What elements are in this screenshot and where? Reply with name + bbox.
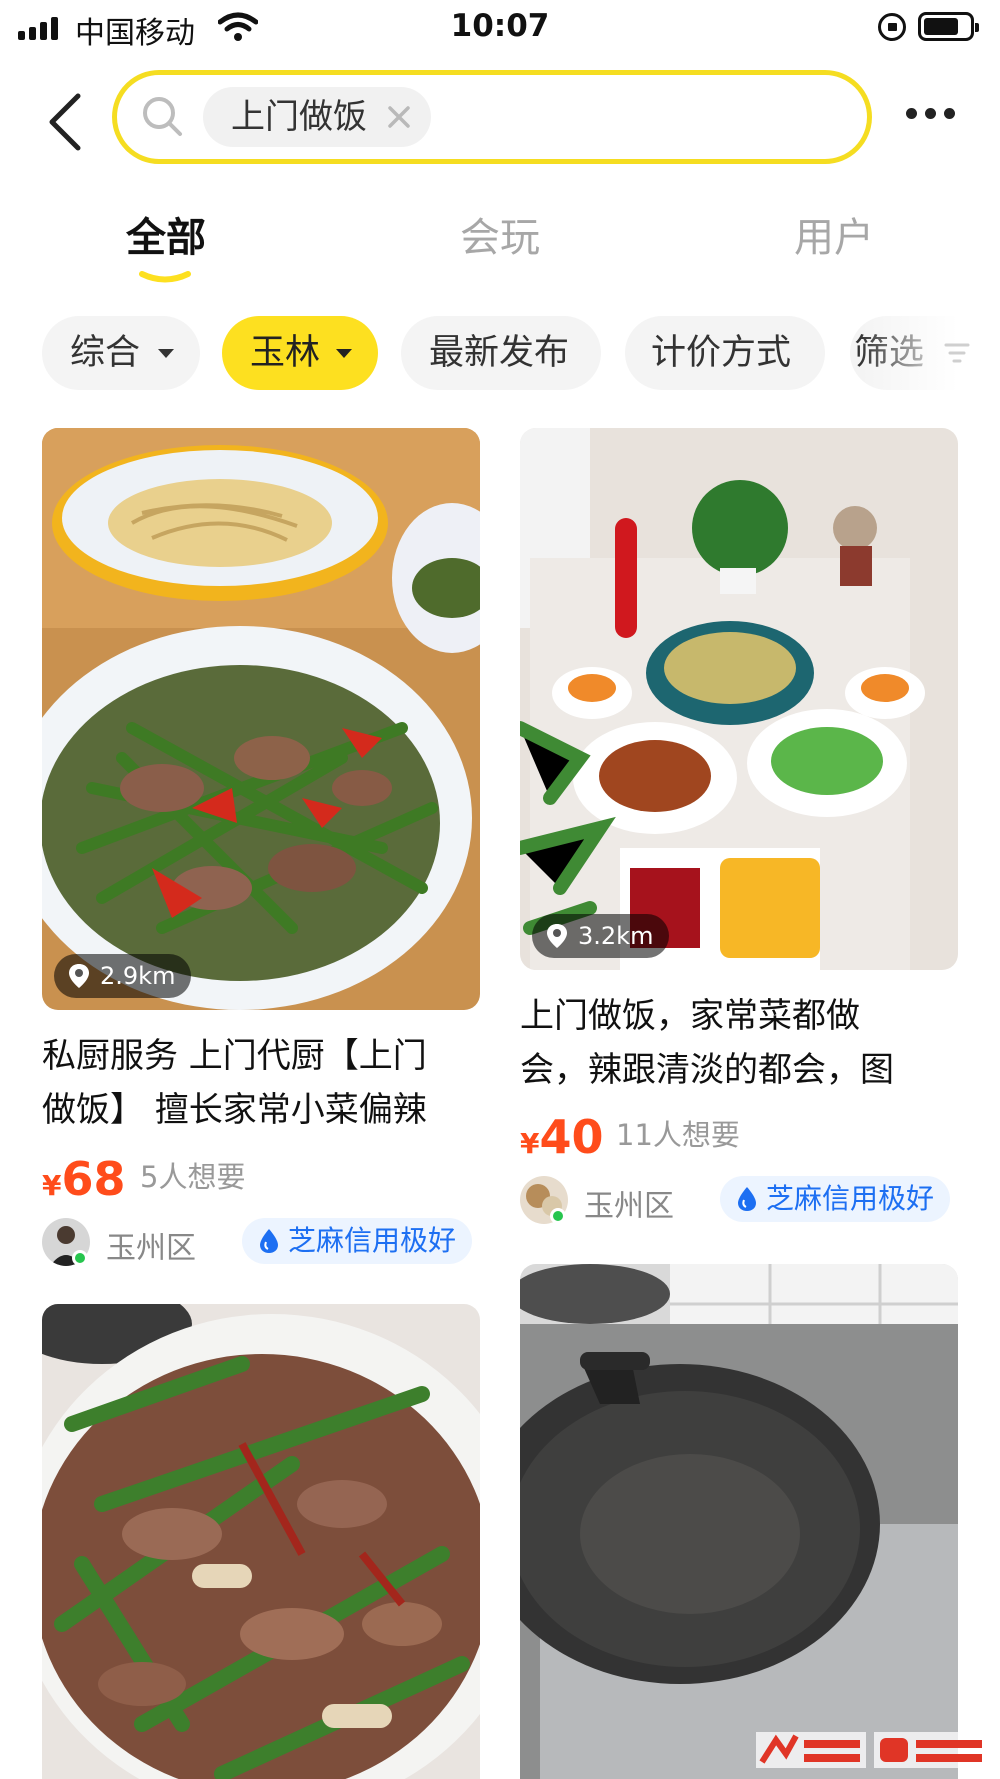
search-icon bbox=[143, 97, 182, 136]
price: ¥68 bbox=[42, 1152, 126, 1206]
back-arrow-icon[interactable] bbox=[44, 92, 88, 152]
rotation-lock-icon bbox=[878, 13, 906, 41]
credit-text: 芝麻信用极好 bbox=[766, 1182, 935, 1215]
chevron-down-icon bbox=[158, 349, 174, 358]
wants-count: 11人想要 bbox=[616, 1118, 740, 1152]
listing-title-line: 私厨服务 上门代厨【上门 bbox=[42, 1036, 427, 1076]
listing-card[interactable]: 3.2km 上门做饭，家常菜都做 会，辣跟清淡的都会，图 ¥40 11人想要 玉… bbox=[520, 428, 958, 1228]
distance-badge: 2.9km bbox=[54, 954, 192, 998]
currency-symbol: ¥ bbox=[42, 1169, 62, 1202]
battery-icon bbox=[918, 12, 979, 41]
price-value: 40 bbox=[539, 1110, 604, 1164]
filter-pricing[interactable]: 计价方式 bbox=[625, 316, 825, 390]
watermark-logo bbox=[756, 1732, 988, 1768]
sesame-credit-icon bbox=[738, 1187, 756, 1211]
listing-title-line: 做饭】 擅长家常小菜偏辣 bbox=[42, 1090, 427, 1130]
meat-dish-photo[interactable] bbox=[42, 1304, 480, 1779]
wants-count: 5人想要 bbox=[140, 1160, 246, 1194]
sesame-credit-icon bbox=[260, 1229, 278, 1253]
online-dot bbox=[550, 1208, 566, 1224]
tab-all[interactable]: 全部 bbox=[66, 205, 266, 263]
filter-sort[interactable]: 综合 bbox=[42, 316, 200, 390]
stir-fry-image bbox=[42, 428, 480, 1010]
listing-title-line: 上门做饭，家常菜都做 bbox=[520, 996, 860, 1036]
filter-location-label: 玉林 bbox=[250, 333, 321, 373]
distance-text: 2.9km bbox=[100, 962, 176, 990]
listing-card[interactable] bbox=[520, 1264, 958, 1779]
result-tabs: 全部 会玩 用户 bbox=[0, 205, 1000, 283]
location-pin-icon bbox=[547, 924, 567, 948]
filter-sort-label: 综合 bbox=[70, 333, 141, 373]
filter-icon[interactable] bbox=[944, 340, 970, 366]
filter-fade-overlay bbox=[860, 300, 1000, 410]
dining-table-photo[interactable]: 3.2km bbox=[520, 428, 958, 970]
more-options-icon[interactable] bbox=[906, 108, 955, 119]
credit-badge: 芝麻信用极好 bbox=[720, 1176, 951, 1222]
search-bar[interactable]: 上门做饭 bbox=[112, 70, 872, 164]
online-dot bbox=[72, 1250, 88, 1266]
price: ¥40 bbox=[520, 1110, 604, 1164]
filter-latest[interactable]: 最新发布 bbox=[401, 316, 601, 390]
seller-area: 玉州区 bbox=[584, 1189, 674, 1224]
stir-fry-photo[interactable]: 2.9km bbox=[42, 428, 480, 1010]
filter-bar: 综合 玉林 最新发布 计价方式 筛选 bbox=[0, 316, 1000, 390]
clock: 10:07 bbox=[450, 8, 550, 44]
distance-badge: 3.2km bbox=[532, 914, 670, 958]
credit-text: 芝麻信用极好 bbox=[288, 1224, 457, 1257]
currency-symbol: ¥ bbox=[520, 1127, 540, 1160]
credit-badge: 芝麻信用极好 bbox=[242, 1218, 473, 1264]
price-value: 68 bbox=[61, 1152, 126, 1206]
tab-play[interactable]: 会玩 bbox=[400, 205, 600, 263]
tab-users[interactable]: 用户 bbox=[734, 205, 934, 263]
chevron-down-icon bbox=[336, 349, 352, 358]
listing-card[interactable] bbox=[42, 1304, 480, 1779]
active-tab-indicator bbox=[139, 271, 191, 283]
dining-table-image bbox=[520, 428, 958, 970]
wok-photo[interactable] bbox=[520, 1264, 958, 1779]
wok-image bbox=[520, 1264, 958, 1779]
search-query-chip[interactable]: 上门做饭 bbox=[203, 87, 431, 147]
location-pin-icon bbox=[69, 964, 89, 988]
clear-query-icon[interactable] bbox=[385, 103, 413, 131]
meat-dish-image bbox=[42, 1304, 480, 1779]
search-query-text: 上门做饭 bbox=[231, 97, 367, 137]
status-bar: 中国移动 10:07 bbox=[0, 0, 1000, 56]
listing-card[interactable]: 2.9km 私厨服务 上门代厨【上门 做饭】 擅长家常小菜偏辣 ¥68 5人想要… bbox=[42, 428, 480, 1268]
filter-location[interactable]: 玉林 bbox=[222, 316, 378, 390]
listing-title-line: 会，辣跟清淡的都会，图 bbox=[520, 1050, 894, 1090]
seller-area: 玉州区 bbox=[106, 1231, 196, 1266]
distance-text: 3.2km bbox=[578, 922, 654, 950]
